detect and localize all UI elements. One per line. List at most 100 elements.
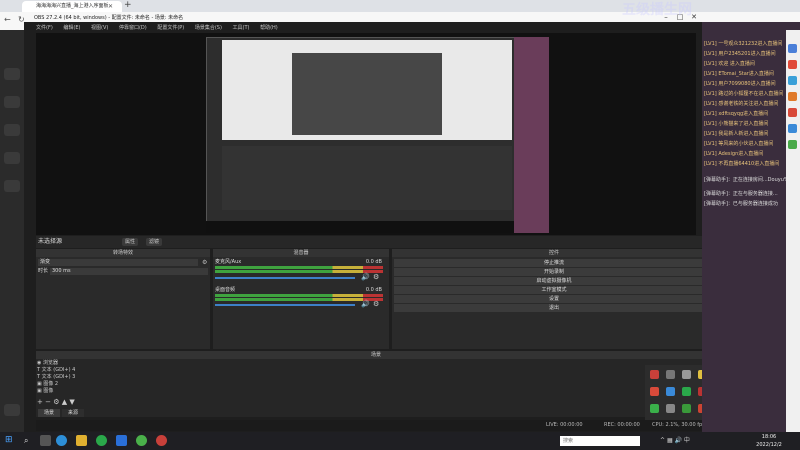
network-icon[interactable]: ▦: [667, 437, 675, 444]
source-label: 文本 (GDI+) 4: [41, 367, 76, 373]
taskbar-clock[interactable]: 18:06 2022/12/2: [744, 433, 794, 450]
obs-icon[interactable]: [156, 435, 167, 446]
tray-app-icon[interactable]: [650, 370, 659, 379]
source-item[interactable]: T 文本 (GDI+) 4: [37, 367, 117, 374]
extension-icon[interactable]: [788, 44, 797, 53]
chat-line: [LV1] xdftsqyqg进入直播间: [704, 111, 769, 117]
close-tab-icon[interactable]: ✕: [108, 1, 118, 12]
back-icon[interactable]: ←: [4, 15, 14, 25]
clock-time: 18:06: [761, 434, 777, 440]
desktop-meter: [215, 294, 383, 297]
properties-button[interactable]: 属性: [122, 238, 139, 246]
scenes-header: 场景: [36, 351, 716, 359]
desktop-volume-slider[interactable]: [215, 304, 355, 306]
chat-line: [LV1] 小熊猫来了进入直播间: [704, 121, 769, 127]
tab-scenes[interactable]: 场景: [38, 409, 60, 417]
ime-icon[interactable]: 中: [684, 437, 690, 444]
extension-icon[interactable]: [788, 60, 797, 69]
menu-docks[interactable]: 停靠窗口(D): [119, 25, 147, 31]
menu-edit[interactable]: 编辑(E): [63, 25, 80, 31]
duration-input[interactable]: 300 ms: [50, 268, 208, 275]
extension-icon[interactable]: [788, 140, 797, 149]
down-icon[interactable]: ▼: [69, 398, 74, 406]
extension-icon[interactable]: [788, 92, 797, 101]
rail-settings[interactable]: [4, 404, 20, 416]
gear-icon[interactable]: ⚙: [53, 398, 59, 406]
mixer-track-desktop-db: 0.0 dB: [365, 287, 382, 293]
desktop-speaker-icon[interactable]: 🔊: [361, 300, 370, 308]
menu-profile[interactable]: 配置文件(P): [157, 25, 184, 31]
source-actions: + − ⚙ ▲ ▼: [37, 398, 97, 406]
start-recording-button[interactable]: 开始录制: [394, 268, 714, 276]
tray-app-icon[interactable]: [666, 370, 675, 379]
chrome-icon[interactable]: [96, 435, 107, 446]
rail-item-3[interactable]: [4, 124, 20, 136]
menu-tools[interactable]: 工具(T): [233, 25, 250, 31]
stop-streaming-button[interactable]: 停止推流: [394, 259, 714, 267]
transition-settings-icon[interactable]: ⚙: [202, 259, 209, 266]
rail-item-2[interactable]: [4, 96, 20, 108]
search-icon[interactable]: ⌕: [24, 435, 35, 446]
source-item[interactable]: ▣ 图像: [37, 388, 117, 395]
rail-item-5[interactable]: [4, 180, 20, 192]
app-icon[interactable]: [136, 435, 147, 446]
browser-sidebar: [786, 30, 800, 432]
tray-app-icon[interactable]: [666, 404, 675, 413]
mic-meter-2: [215, 270, 383, 273]
task-view-icon[interactable]: [40, 435, 51, 446]
mic-speaker-icon[interactable]: 🔊: [361, 273, 370, 281]
virtual-camera-button[interactable]: 启动虚拟摄像机: [394, 277, 714, 285]
chat-line: [LV1] 路过的小狐狸不在进入直播间: [704, 91, 784, 97]
studio-mode-button[interactable]: 工作室模式: [394, 286, 714, 294]
rail-item-4[interactable]: [4, 152, 20, 164]
menu-view[interactable]: 视图(V): [91, 25, 108, 31]
mixer-header: 混音器: [213, 249, 389, 257]
rail-item-1[interactable]: [4, 68, 20, 80]
extension-icon[interactable]: [788, 76, 797, 85]
chat-line: [LV1] 用户7099080进入直播间: [704, 81, 776, 87]
chat-line: [LV1] Adesign进入直播间: [704, 151, 764, 157]
mic-meter: [215, 266, 383, 269]
tray-app-icon[interactable]: [682, 404, 691, 413]
tray-app-icon[interactable]: [650, 387, 659, 396]
extension-icon[interactable]: [788, 124, 797, 133]
filters-button[interactable]: 滤镜: [146, 238, 163, 246]
exit-button[interactable]: 退出: [394, 304, 714, 312]
mic-volume-slider[interactable]: [215, 277, 355, 279]
taskbar-search-box[interactable]: 搜索: [560, 436, 640, 446]
menu-file[interactable]: 文件(F): [36, 25, 53, 31]
menu-scene-collection[interactable]: 场景集合(S): [195, 25, 222, 31]
settings-button[interactable]: 设置: [394, 295, 714, 303]
source-label: 文本 (GDI+) 3: [41, 374, 76, 380]
transition-select[interactable]: 渐变: [38, 259, 198, 266]
watermark: 五级播生网: [622, 2, 692, 18]
source-item[interactable]: ◉ 浏览器: [37, 360, 117, 367]
tray-app-icon[interactable]: [682, 370, 691, 379]
extension-icon[interactable]: [788, 108, 797, 117]
mixer-track-mic-name: 麦克风/Aux: [215, 259, 242, 265]
tray-app-icon[interactable]: [682, 387, 691, 396]
new-tab-icon[interactable]: +: [124, 0, 134, 12]
tab-sources[interactable]: 来源: [62, 409, 84, 417]
desktop-settings-icon[interactable]: ⚙: [373, 300, 381, 308]
app-icon[interactable]: [116, 435, 127, 446]
source-item[interactable]: T 文本 (GDI+) 3: [37, 374, 117, 381]
cpu-fps: CPU: 2.1%, 30.00 fps: [652, 422, 705, 428]
tray-app-icon[interactable]: [650, 404, 659, 413]
chat-line: [LV1] 不再直播64410进入直播间: [704, 161, 780, 167]
browser-tab[interactable]: 海海海海兴直播_海上港入序面板: [22, 1, 122, 12]
explorer-icon[interactable]: [76, 435, 87, 446]
windows-start-icon[interactable]: ⊞: [5, 436, 14, 445]
chevron-up-icon[interactable]: ^: [660, 437, 667, 444]
add-icon[interactable]: +: [37, 398, 43, 406]
chat-system-line: [弹幕助手]：正在连接房间...Douyu%224019: [704, 177, 786, 183]
tray-app-icon[interactable]: [666, 387, 675, 396]
volume-icon[interactable]: 🔊: [675, 437, 684, 444]
system-tray: ^ ▦ 🔊 中: [660, 436, 730, 446]
up-icon[interactable]: ▲: [62, 398, 67, 406]
remove-icon[interactable]: −: [45, 398, 51, 406]
edge-icon[interactable]: [56, 435, 67, 446]
menu-help[interactable]: 帮助(H): [260, 25, 278, 31]
mic-settings-icon[interactable]: ⚙: [373, 273, 381, 281]
source-item[interactable]: ▣ 图像 2: [37, 381, 117, 388]
